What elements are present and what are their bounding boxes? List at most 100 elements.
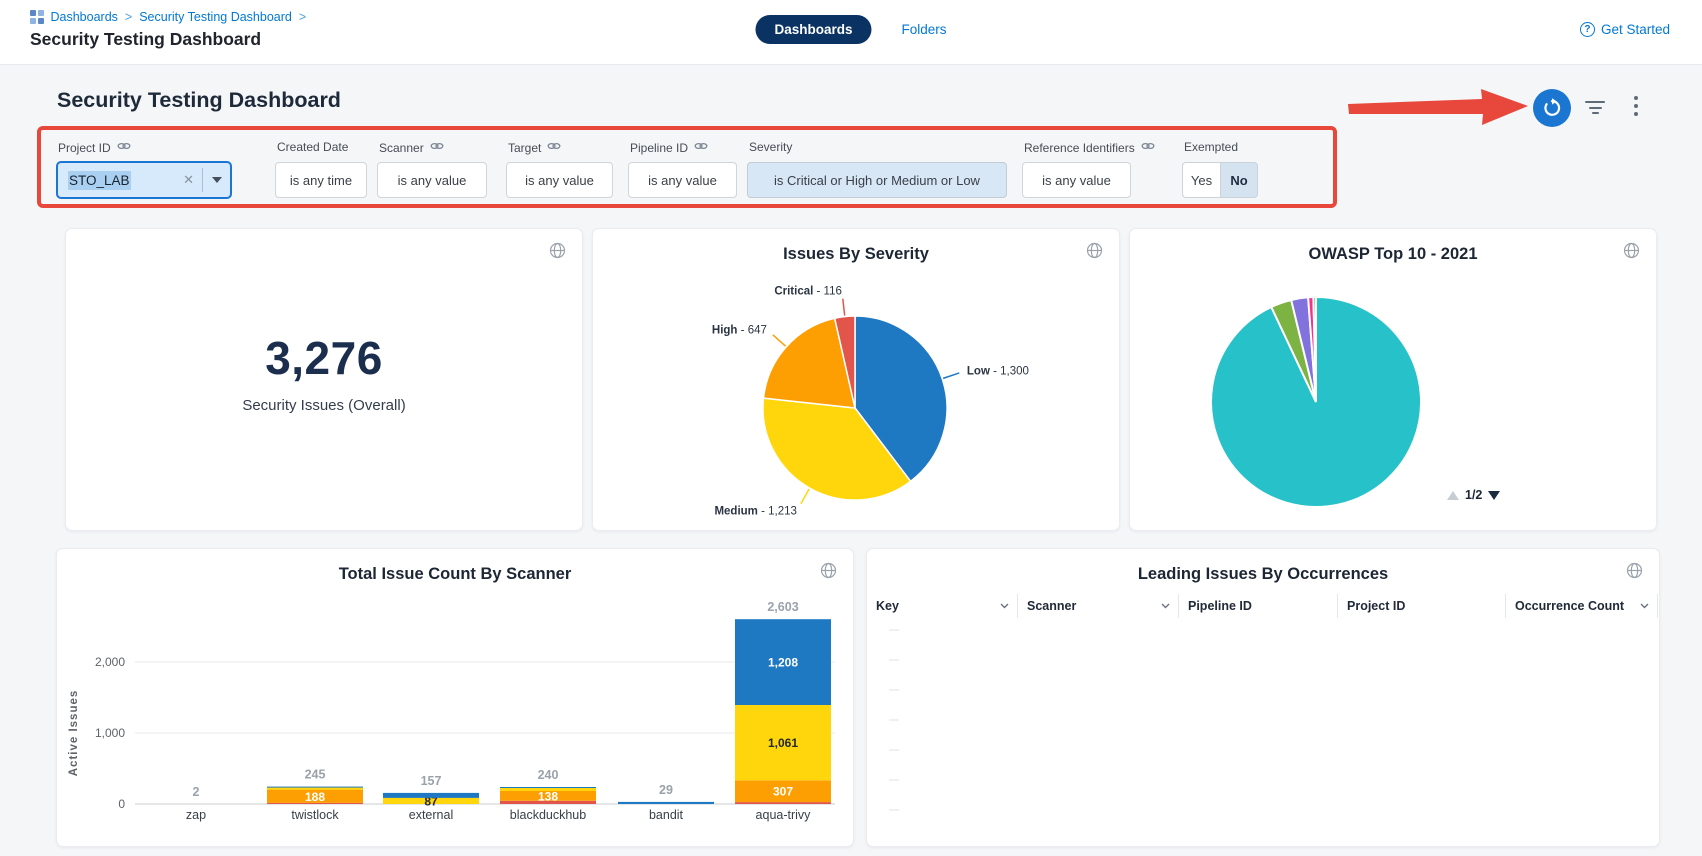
dashboard-filter-icon[interactable] (1585, 101, 1605, 117)
filter-label: Reference Identifiers (1024, 140, 1155, 155)
y-tick-label: 2,000 (95, 655, 125, 669)
filter-severity: Severityis Critical or High or Medium or… (747, 128, 1007, 204)
empty-row-tick (889, 809, 899, 811)
bar-total-label: 29 (659, 783, 673, 797)
pie-label: Critical - 116 (774, 286, 842, 298)
filter-value-button[interactable]: is any value (628, 162, 737, 198)
filter-reference-identifiers: Reference Identifiersis any value (1022, 128, 1131, 204)
input-value: STO_LAB (68, 171, 131, 190)
annotation-arrow (1348, 88, 1534, 130)
bar-category-label: bandit (649, 808, 684, 822)
page-down-icon[interactable] (1488, 491, 1500, 500)
bar-total-label: 2,603 (767, 600, 798, 614)
segment-value-label: 1,208 (768, 656, 798, 670)
link-icon (430, 140, 444, 155)
filter-bar: Project ID STO_LAB ✕ Created Dateis any tim… (0, 128, 1702, 208)
filter-value-button[interactable]: is any value (1022, 162, 1131, 198)
sort-chevron-icon[interactable] (1161, 603, 1170, 609)
dropdown-caret[interactable] (203, 163, 230, 197)
empty-row-tick (889, 689, 899, 691)
column-label: Pipeline ID (1188, 599, 1252, 613)
column-label: Project ID (1347, 599, 1405, 613)
refresh-button[interactable] (1533, 89, 1571, 127)
filter-value-button[interactable]: is Critical or High or Medium or Low (747, 162, 1007, 198)
breadcrumb-separator: > (125, 10, 132, 24)
column-header-scanner[interactable]: Scanner (1018, 594, 1179, 618)
bar-total-label: 157 (421, 774, 442, 788)
link-icon (1141, 140, 1155, 155)
sort-chevron-icon[interactable] (1000, 603, 1009, 609)
breadcrumb: Dashboards > Security Testing Dashboard … (30, 10, 306, 24)
dashboard-title: Security Testing Dashboard (57, 88, 341, 113)
card-total-issue-count-by-scanner: Total Issue Count By Scanner 01,0002,000… (56, 548, 854, 847)
bar-category-label: aqua-trivy (756, 808, 812, 822)
table-header-row: Key Scanner Pipeline ID Project ID Occurrenc… (867, 594, 1658, 618)
kebab-menu-icon[interactable] (1634, 96, 1638, 120)
filter-value-button[interactable]: is any value (377, 162, 487, 198)
empty-row-tick (889, 779, 899, 781)
breadcrumb-current[interactable]: Security Testing Dashboard (139, 10, 292, 24)
globe-icon (549, 242, 566, 259)
pie-label: High - 647 (712, 325, 767, 337)
filter-label: Project ID (58, 140, 131, 155)
pie-pagination: 1/2 (1447, 488, 1500, 502)
column-header-occurrence-count[interactable]: Occurrence Count (1506, 594, 1658, 618)
bar-segment-low[interactable] (618, 802, 714, 804)
bar-total-label: 2 (193, 785, 200, 799)
column-label: Occurrence Count (1515, 599, 1624, 613)
exempted-option-no[interactable]: No (1220, 162, 1258, 198)
card-leading-issues-by-occurrences: Leading Issues By Occurrences KeyScanner… (866, 548, 1660, 847)
empty-row-tick (889, 749, 899, 751)
bar-segment-critical[interactable] (735, 802, 831, 804)
column-header-pipeline-id[interactable]: Pipeline ID (1179, 594, 1338, 618)
card-owasp-top-10: OWASP Top 10 - 2021 1/2 (1129, 228, 1657, 531)
link-icon (694, 140, 708, 155)
bar-segment-medium[interactable] (500, 788, 596, 791)
dashboards-grid-icon (30, 10, 44, 24)
pie-label: Medium - 1,213 (714, 506, 796, 518)
filter-label: Target (508, 140, 561, 155)
filter-value-button[interactable]: is any time (275, 162, 367, 198)
filter-created-date: Created Dateis any time (275, 128, 367, 204)
y-tick-label: 1,000 (95, 726, 125, 740)
scanner-stacked-bar-chart: 01,0002,000Active Issues2zap188245twistl… (57, 549, 853, 846)
overall-issues-label: Security Issues (Overall) (66, 397, 582, 414)
segment-value-label: 138 (538, 789, 558, 803)
card-issues-by-severity: Issues By Severity Low - 1,300Medium - 1… (592, 228, 1120, 531)
exempted-toggle: YesNo (1182, 162, 1258, 198)
bar-segment-medium[interactable] (267, 788, 363, 790)
sort-chevron-icon[interactable] (1640, 603, 1649, 609)
pie-label: Low - 1,300 (967, 365, 1029, 377)
page-indicator: 1/2 (1465, 488, 1482, 502)
bar-segment-low[interactable] (267, 787, 363, 788)
bar-category-label: blackduckhub (510, 808, 586, 822)
breadcrumb-separator: > (299, 10, 306, 24)
bar-segment-low[interactable] (383, 793, 479, 798)
filter-value-button[interactable]: is any value (506, 162, 613, 198)
segment-value-label: 307 (773, 785, 793, 799)
column-header-project-id[interactable]: Project ID (1338, 594, 1506, 618)
column-header-key[interactable]: Key (867, 594, 1018, 618)
filter-project-id: Project ID STO_LAB ✕ (56, 128, 232, 204)
bar-segment-low[interactable] (500, 787, 596, 788)
refresh-icon (1542, 98, 1562, 118)
filter-exempted: ExemptedYesNo (1182, 128, 1259, 204)
issues-by-severity-pie: Low - 1,300 Medium - 1,213 High - 647 Criti… (593, 229, 1119, 530)
y-axis-label: Active Issues (68, 690, 80, 777)
link-icon (547, 140, 561, 155)
segment-value-label: 188 (305, 790, 325, 804)
page-title: Security Testing Dashboard (30, 29, 261, 50)
get-started-link[interactable]: ? Get Started (1580, 22, 1670, 37)
segment-value-label: 1,061 (768, 736, 798, 750)
page-up-icon[interactable] (1447, 491, 1459, 500)
breadcrumb-dashboards[interactable]: Dashboards (51, 10, 118, 24)
exempted-option-yes[interactable]: Yes (1182, 162, 1220, 198)
tab-dashboards[interactable]: Dashboards (755, 15, 871, 44)
bar-total-label: 240 (538, 768, 559, 782)
tab-folders[interactable]: Folders (902, 22, 947, 37)
project-id-input[interactable]: STO_LAB ✕ (56, 161, 232, 199)
filter-label: Pipeline ID (630, 140, 708, 155)
column-label: Scanner (1027, 599, 1076, 613)
bar-category-label: zap (186, 808, 206, 822)
clear-icon[interactable]: ✕ (175, 172, 202, 188)
